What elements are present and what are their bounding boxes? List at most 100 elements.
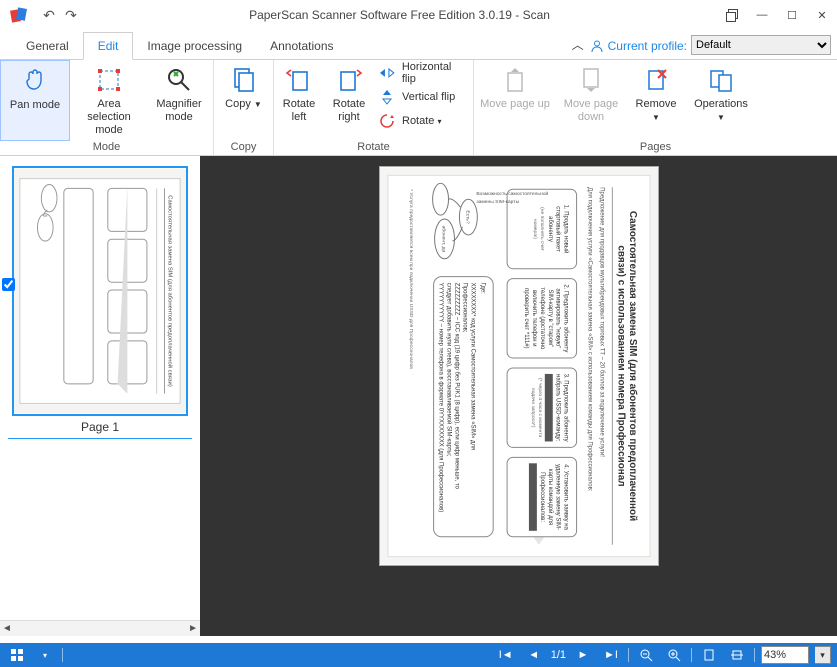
title-bar: ↶ ↷ PaperScan Scanner Software Free Edit… xyxy=(0,0,837,30)
svg-text:номера!): номера!) xyxy=(531,219,537,240)
svg-text:SIM-карту в "старом": SIM-карту в "старом" xyxy=(546,289,552,347)
page-up-icon xyxy=(499,64,531,96)
vertical-flip-button[interactable]: Vertical flip xyxy=(378,86,468,108)
thumbnail-panel: Самостоятельная замена SIM (для абоненто… xyxy=(0,156,200,636)
svg-text:Возможность самостоятельной: Возможность самостоятельной xyxy=(476,190,548,197)
svg-text:1. Продать новый: 1. Продать новый xyxy=(562,205,569,254)
minimize-button[interactable]: — xyxy=(747,0,777,30)
person-icon xyxy=(590,39,604,53)
copy-icon xyxy=(228,64,260,96)
ribbon: Pan mode Area selection mode Magnifier m… xyxy=(0,60,837,156)
rotate-icon xyxy=(378,112,396,130)
remove-icon xyxy=(640,64,672,96)
move-page-down-button[interactable]: Move page down xyxy=(556,60,626,141)
svg-text:(не пополнять счет: (не пополнять счет xyxy=(538,207,544,251)
status-bar: ▾ I◄ ◄ 1/1 ► ►I ▾ xyxy=(0,643,837,667)
restore-down-aux-button[interactable] xyxy=(717,0,747,30)
tab-annotations[interactable]: Annotations xyxy=(256,33,347,59)
area-selection-button[interactable]: Area selection mode xyxy=(70,60,148,141)
svg-text:удаленную замену SIM-: удаленную замену SIM- xyxy=(554,464,560,530)
page-indicator: 1/1 xyxy=(551,649,566,661)
dropdown-icon: ▼ xyxy=(254,100,262,109)
document-page: Самостоятельная замена SIM (для абоненто… xyxy=(379,166,659,566)
app-logo-icon xyxy=(10,6,28,24)
hand-icon xyxy=(19,65,51,97)
layout-grid-button[interactable] xyxy=(6,645,28,665)
close-button[interactable]: ✕ xyxy=(807,0,837,30)
svg-text:связи) с использованием номера: связи) с использованием номера Профессио… xyxy=(615,245,626,486)
work-area: Самостоятельная замена SIM (для абоненто… xyxy=(0,156,837,636)
dropdown-icon: ▼ xyxy=(652,113,660,122)
prev-page-button[interactable]: ◄ xyxy=(523,645,545,665)
svg-text:абоненту: абоненту xyxy=(546,216,552,242)
svg-text:3. Предложить абоненту: 3. Предложить абоненту xyxy=(562,374,568,442)
last-page-button[interactable]: ►I xyxy=(600,645,622,665)
copy-group-label: Copy xyxy=(214,141,273,155)
operations-icon xyxy=(705,64,737,96)
tab-image-processing[interactable]: Image processing xyxy=(133,33,256,59)
window-title: PaperScan Scanner Software Free Edition … xyxy=(82,8,717,22)
copy-button[interactable]: Copy ▼ xyxy=(214,60,273,141)
svg-text:(* через 4 часа с момента: (* через 4 часа с момента xyxy=(536,378,542,438)
svg-text:Профессионалов;: Профессионалов; xyxy=(461,283,467,333)
redo-button[interactable]: ↷ xyxy=(60,4,82,26)
document-viewer[interactable]: Самостоятельная замена SIM (для абоненто… xyxy=(200,156,837,636)
pages-group-label: Pages xyxy=(474,141,837,155)
ribbon-collapse-button[interactable]: ︿ xyxy=(566,36,590,59)
svg-text:Самостоятельная замена SIM (дл: Самостоятельная замена SIM (для абоненто… xyxy=(627,211,638,521)
tab-row: General Edit Image processing Annotation… xyxy=(0,30,837,60)
magnifier-button[interactable]: Magnifier mode xyxy=(148,60,210,141)
tab-general[interactable]: General xyxy=(12,33,83,59)
rotate-group-label: Rotate xyxy=(274,141,473,155)
fit-page-button[interactable] xyxy=(698,645,720,665)
svg-text:Есть?: Есть? xyxy=(464,210,470,224)
rotate-menu-button[interactable]: Rotate ▾ xyxy=(378,110,468,132)
svg-text:проверить счет *111#): проверить счет *111#) xyxy=(522,288,528,348)
svg-text:Профессионалов:: Профессионалов: xyxy=(538,472,544,522)
dropdown-icon: ▼ xyxy=(717,113,725,122)
svg-text:4. Установить заявку на: 4. Установить заявку на xyxy=(562,464,568,530)
rotate-right-icon xyxy=(333,64,365,96)
undo-button[interactable]: ↶ xyxy=(38,4,60,26)
rotate-right-button[interactable]: Rotate right xyxy=(324,60,374,141)
first-page-button[interactable]: I◄ xyxy=(495,645,517,665)
zoom-in-button[interactable] xyxy=(663,645,685,665)
svg-text:абонент, да: абонент, да xyxy=(440,226,446,253)
zoom-out-button[interactable] xyxy=(635,645,657,665)
svg-text:телефоне (достаточно: телефоне (достаточно xyxy=(538,287,544,350)
svg-text:2. Предложить абоненту: 2. Предложить абоненту xyxy=(562,284,568,352)
pan-mode-button[interactable]: Pan mode xyxy=(0,60,70,141)
page-down-icon xyxy=(575,64,607,96)
zoom-dropdown-button[interactable]: ▾ xyxy=(815,646,831,664)
tab-edit[interactable]: Edit xyxy=(83,32,134,60)
svg-text:следует добавить нули слева),: следует добавить нули слева), восстанавл… xyxy=(445,283,452,457)
layout-options-button[interactable]: ▾ xyxy=(34,645,56,665)
profile-label: Current profile: xyxy=(590,39,687,59)
rotate-left-icon xyxy=(283,64,315,96)
next-page-button[interactable]: ► xyxy=(572,645,594,665)
horizontal-flip-button[interactable]: Horizontal flip xyxy=(378,62,468,84)
svg-text:Для подключения услуги «Самост: Для подключения услуги «Самостоятельная … xyxy=(586,187,592,491)
svg-text:ХХХХХХХХ* код услуги Самостоят: ХХХХХХХХ* код услуги Самостоятельная зам… xyxy=(469,283,475,451)
vflip-icon xyxy=(378,88,396,106)
svg-text:карты командой для: карты командой для xyxy=(546,469,553,525)
svg-text:замены SIM-карты: замены SIM-карты xyxy=(476,199,519,205)
thumbnail-scrollbar[interactable]: ◄► xyxy=(0,620,200,636)
page-checkbox[interactable] xyxy=(2,278,15,291)
svg-text:ZZZZZZZZZ – ICC код (19 цифр б: ZZZZZZZZZ – ICC код (19 цифр без PUK1 (8… xyxy=(453,283,459,490)
svg-text:Самостоятельная замена SIM (дл: Самостоятельная замена SIM (для абоненто… xyxy=(166,195,173,386)
remove-page-button[interactable]: Remove ▼ xyxy=(626,60,686,141)
operations-button[interactable]: Operations ▼ xyxy=(686,60,756,141)
svg-text:Где:: Где: xyxy=(479,283,485,295)
dropdown-icon: ▾ xyxy=(437,117,441,126)
magnifier-icon xyxy=(163,64,195,96)
page-thumbnail[interactable]: Самостоятельная замена SIM (для абоненто… xyxy=(12,166,188,416)
maximize-button[interactable]: ☐ xyxy=(777,0,807,30)
profile-select[interactable]: Default xyxy=(691,35,831,55)
fit-width-button[interactable] xyxy=(726,645,748,665)
svg-text:YYYYYYYYYY – номер телефона в: YYYYYYYYYY – номер телефона в формате 0Y… xyxy=(437,283,443,513)
move-page-up-button[interactable]: Move page up xyxy=(474,60,556,141)
rotate-left-button[interactable]: Rotate left xyxy=(274,60,324,141)
svg-text:активировать "новую": активировать "новую" xyxy=(554,288,560,348)
zoom-input[interactable] xyxy=(761,646,809,664)
